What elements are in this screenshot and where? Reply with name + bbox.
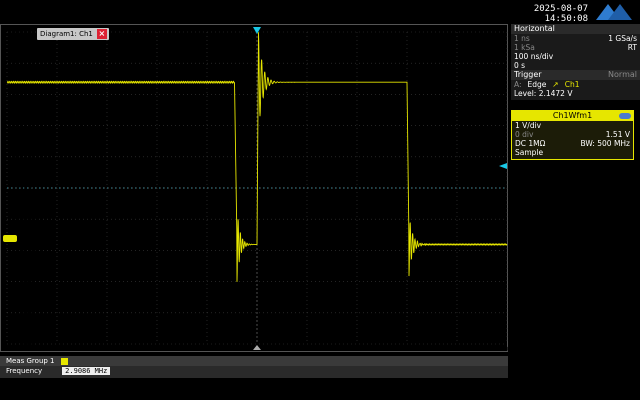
trigger-level: Level: 2.1472 V xyxy=(514,89,573,98)
x-tick-label: -200 ns xyxy=(146,346,168,353)
waveform-diagram[interactable]: 6.51 V 5.51 V 4.51 V 3.51 V 2.51 V 1.51 V 510 … xyxy=(0,24,509,353)
x-tick-label: 400 ns xyxy=(447,346,467,353)
horizontal-position: 0 s xyxy=(514,61,526,70)
y-tick-label: -1.49 V xyxy=(13,279,35,286)
channel-panel[interactable]: Ch1Wfm1 1 V/div 0 div 1.51 V DC 1MΩ BW: 50… xyxy=(511,110,634,160)
horizontal-resolution: 1 ns xyxy=(514,34,530,43)
y-tick-label: 6.51 V xyxy=(13,29,33,36)
meas-value: 2.9086 MHz xyxy=(62,367,111,375)
x-tick-label: -100 ns xyxy=(196,346,218,353)
trigger-title: Trigger xyxy=(514,70,542,79)
trigger-type: Edge xyxy=(527,80,547,89)
channel-offset: 1.51 V xyxy=(605,130,630,139)
x-axis-labels: -400 ns-300 ns-200 ns-100 ns0 s100 ns200… xyxy=(46,346,509,353)
x-tick-label: 500 ns xyxy=(497,346,509,353)
time: 14:50:08 xyxy=(544,14,588,24)
channel-position: 0 div xyxy=(515,130,534,139)
diagram-tab-label: Diagram1: Ch1 xyxy=(40,30,93,38)
horizontal-scale: 100 ns/div xyxy=(514,52,554,61)
ch1-offset-marker-icon[interactable] xyxy=(3,235,17,242)
channel-title: Ch1Wfm1 xyxy=(552,111,593,120)
channel-coupling: DC 1MΩ xyxy=(515,139,546,148)
trigger-position-marker-icon[interactable] xyxy=(253,27,261,34)
y-tick-label: 2.51 V xyxy=(13,154,33,161)
y-tick-label: 4.51 V xyxy=(13,91,33,98)
horizontal-panel[interactable]: Horizontal 1 ns 1 GSa/s 1 kSa RT 100 ns/di… xyxy=(511,24,640,70)
meas-group-title: Meas Group 1 xyxy=(6,357,55,365)
brand-logo-icon xyxy=(596,4,632,20)
y-tick-label: 3.51 V xyxy=(13,123,33,130)
x-tick-label: 300 ns xyxy=(397,346,417,353)
channel-badge-icon[interactable] xyxy=(619,113,631,119)
horizontal-title: Horizontal xyxy=(511,24,640,34)
channel-scale: 1 V/div xyxy=(515,121,542,130)
trigger-mode: Normal xyxy=(608,70,637,79)
channel-acquisition: Sample xyxy=(515,148,544,157)
meas-channel-indicator-icon xyxy=(60,357,68,365)
trigger-level-marker-icon[interactable] xyxy=(499,163,507,169)
x-tick-label: 100 ns xyxy=(297,346,317,353)
y-tick-label: -3.49 V xyxy=(13,341,35,348)
horizontal-mode: RT xyxy=(627,43,637,52)
trigger-panel[interactable]: Trigger Normal A: Edge ↗ Ch1 Level: 2.14… xyxy=(511,70,640,100)
y-axis-labels: 6.51 V 5.51 V 4.51 V 3.51 V 2.51 V 1.51 V 510 … xyxy=(13,29,39,348)
date-time: 2025-08-07 14:50:08 xyxy=(534,4,588,24)
diagram-tab[interactable]: Diagram1: Ch1 × xyxy=(37,28,109,40)
channel-bandwidth: BW: 500 MHz xyxy=(580,139,630,148)
trigger-source-prefix: A: xyxy=(514,80,522,89)
close-icon[interactable]: × xyxy=(96,29,107,39)
y-tick-label: 5.51 V xyxy=(13,60,33,67)
trigger-channel: Ch1 xyxy=(564,80,580,89)
waveform-plot[interactable]: 6.51 V 5.51 V 4.51 V 3.51 V 2.51 V 1.51 V 510 … xyxy=(1,25,509,353)
y-tick-label: 1.51 V xyxy=(13,185,33,192)
date: 2025-08-07 xyxy=(533,4,588,14)
horizontal-sample-rate: 1 GSa/s xyxy=(608,34,637,43)
measurement-panel[interactable]: Meas Group 1 Frequency 2.9086 MHz xyxy=(0,356,508,378)
x-tick-label: -400 ns xyxy=(46,346,68,353)
y-tick-label: -2.49 V xyxy=(13,310,35,317)
x-tick-label: 200 ns xyxy=(347,346,367,353)
meas-label: Frequency xyxy=(6,367,43,375)
x-tick-label: -300 ns xyxy=(96,346,118,353)
horizontal-record-length: 1 kSa xyxy=(514,43,535,52)
rising-edge-icon: ↗ xyxy=(552,80,559,89)
y-tick-label: 510 mV xyxy=(13,216,37,223)
y-tick-label: -490 mV xyxy=(13,247,39,254)
